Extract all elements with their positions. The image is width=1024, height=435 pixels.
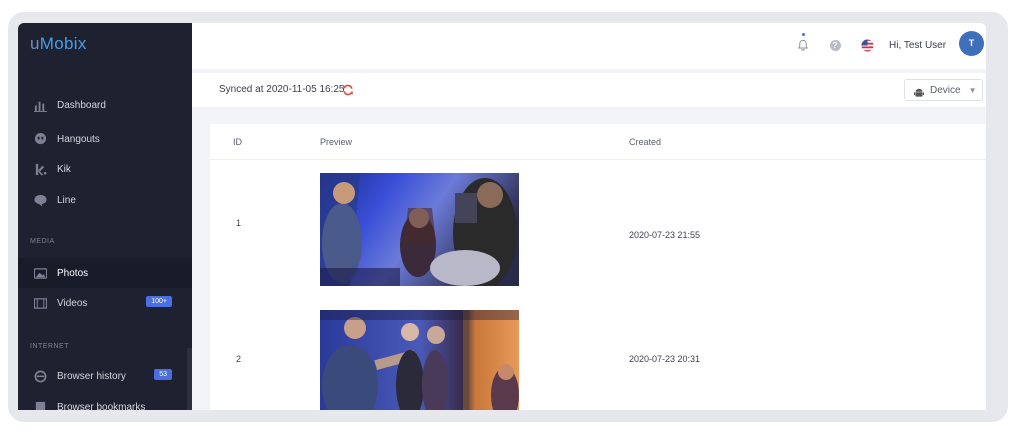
sidebar-item-hangouts[interactable]: Hangouts (18, 124, 192, 154)
sidebar-item-browser-history[interactable]: Browser history 53 (18, 361, 192, 391)
sidebar-item-label: Browser history (57, 370, 126, 382)
row-id: 1 (236, 218, 242, 228)
notification-dot (802, 33, 805, 36)
sidebar-item-browser-bookmarks[interactable]: Browser bookmarks (18, 392, 192, 410)
section-title-internet: INTERNET (30, 343, 69, 350)
photos-table: ID Preview Created 1 2020-07-23 21:55 2 … (210, 124, 986, 410)
bell-icon[interactable] (796, 38, 810, 52)
help-icon[interactable]: ? (828, 38, 842, 52)
header-divider (210, 159, 986, 160)
sidebar: uMobix Dashboard Hangouts Kik Line MEDIA… (18, 23, 192, 410)
browser-icon (33, 369, 47, 383)
browser-history-count-badge: 53 (154, 369, 172, 380)
top-header: ? Hi, Test User T (192, 23, 986, 69)
kik-icon (33, 162, 47, 176)
row-created: 2020-07-23 21:55 (629, 230, 701, 240)
us-flag-icon[interactable] (860, 38, 874, 52)
hangouts-icon (33, 132, 47, 146)
bookmark-icon (33, 400, 47, 410)
android-icon (914, 85, 924, 97)
photo-icon (33, 266, 47, 280)
chevron-down-icon: ▼ (968, 85, 977, 95)
device-label: Device (930, 84, 961, 96)
row-id: 2 (236, 354, 242, 364)
app-window: uMobix Dashboard Hangouts Kik Line MEDIA… (18, 23, 986, 410)
device-selector[interactable]: Device ▼ (904, 79, 983, 101)
column-header-created: Created (629, 137, 662, 147)
sidebar-item-label: Kik (57, 163, 71, 175)
app-logo[interactable]: uMobix (30, 34, 87, 54)
sidebar-item-label: Videos (57, 297, 88, 309)
line-icon (33, 193, 47, 207)
column-header-id: ID (233, 137, 242, 147)
sidebar-item-label: Photos (57, 267, 89, 279)
sidebar-scrollbar[interactable] (187, 348, 192, 410)
sidebar-item-label: Dashboard (57, 99, 106, 111)
photo-thumbnail[interactable] (320, 310, 519, 410)
sidebar-item-label: Line (57, 194, 76, 206)
sync-bar: Synced at 2020-11-05 16:25 Device ▼ (192, 73, 986, 107)
refresh-icon[interactable] (342, 83, 354, 96)
sidebar-item-videos[interactable]: Videos 100+ (18, 288, 192, 318)
bar-chart-icon (33, 98, 47, 112)
user-greeting[interactable]: Hi, Test User (889, 40, 946, 51)
photo-thumbnail[interactable] (320, 173, 519, 286)
column-header-preview: Preview (320, 137, 353, 147)
sync-status: Synced at 2020-11-05 16:25 (219, 84, 345, 95)
videos-count-badge: 100+ (146, 296, 172, 307)
avatar[interactable]: T (959, 31, 984, 56)
sidebar-item-label: Hangouts (57, 133, 100, 145)
sidebar-item-photos[interactable]: Photos (18, 258, 192, 288)
section-title-media: MEDIA (30, 238, 55, 245)
sidebar-item-line[interactable]: Line (18, 185, 192, 215)
row-created: 2020-07-23 20:31 (629, 354, 701, 364)
sidebar-item-label: Browser bookmarks (57, 401, 146, 411)
film-icon (33, 296, 47, 310)
sidebar-item-kik[interactable]: Kik (18, 154, 192, 184)
sidebar-item-dashboard[interactable]: Dashboard (18, 90, 192, 120)
